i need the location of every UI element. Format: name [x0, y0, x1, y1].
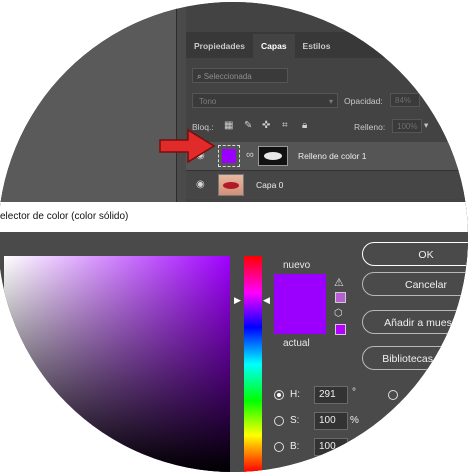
fill-label: Relleno: [354, 122, 386, 132]
document-canvas [0, 2, 177, 232]
lock-transparency-icon[interactable]: ▦ [224, 120, 233, 131]
mask-shape [264, 152, 282, 160]
slider-left-arrow-icon: ▶ [234, 295, 241, 305]
ok-button[interactable]: OK [362, 242, 468, 266]
saturation-radio[interactable] [274, 416, 284, 426]
cancel-button[interactable]: Cancelar [362, 272, 468, 296]
hue-input[interactable]: 291 [314, 386, 348, 404]
chevron-down-icon: ▾ [328, 97, 333, 106]
layer-filter-value: Seleccionada [203, 72, 252, 81]
layer-thumbnail [218, 174, 244, 196]
layer-filter-select[interactable]: ⌕ Seleccionada [192, 68, 288, 83]
brightness-label: B: [290, 441, 300, 452]
document-canvas-area [0, 2, 186, 232]
layer-mask-thumbnail[interactable] [258, 146, 288, 166]
new-color-label: nuevo [283, 260, 311, 271]
opacity-label: Opacidad: [344, 96, 383, 106]
color-picker-dialog: ▶ ◀ nuevo actual ⚠ ⬡ OK Cancelar Añadir … [0, 232, 468, 472]
hue-label: H: [290, 389, 300, 400]
layer-row-fill[interactable]: ◉ ∞ Relleno de color 1 [186, 142, 468, 170]
web-safe-swatch[interactable] [335, 324, 346, 335]
link-icon[interactable]: ∞ [246, 149, 254, 161]
crop-icon[interactable]: ⌗ [282, 120, 288, 131]
current-color-swatch[interactable] [274, 304, 326, 334]
layer-row-base[interactable]: ◉ Capa 0 [186, 170, 468, 199]
visibility-eye-icon[interactable]: ◉ [196, 179, 205, 190]
fill-color-thumbnail[interactable] [218, 145, 240, 167]
lock-icon[interactable]: 🔒︎ [302, 120, 307, 131]
new-color-swatch [274, 274, 326, 304]
percent-unit: % [350, 415, 359, 426]
tab-properties[interactable]: Propiedades [186, 34, 253, 58]
search-icon: ⌕ [197, 72, 202, 81]
opacity-field[interactable]: 84% [390, 93, 420, 107]
layer-name: Relleno de color 1 [298, 151, 367, 161]
tab-layers[interactable]: Capas [253, 34, 295, 58]
layers-panel: Propiedades Capas Estilos ⌕ Seleccionada… [186, 2, 468, 232]
add-to-swatches-button[interactable]: Añadir a mues [362, 310, 468, 334]
dialog-title: elector de color (color sólido) [0, 211, 129, 222]
extra-radio[interactable] [388, 390, 398, 400]
tab-styles[interactable]: Estilos [295, 34, 339, 58]
color-libraries-button[interactable]: Bibliotecas d [362, 346, 462, 370]
dialog-title-bar: elector de color (color sólido) [0, 202, 468, 233]
panel-tabs: Propiedades Capas Estilos [186, 32, 468, 58]
hue-slider[interactable] [244, 256, 262, 472]
fill-swatch [222, 149, 236, 163]
brightness-radio[interactable] [274, 442, 284, 452]
slider-right-arrow-icon: ◀ [263, 295, 270, 305]
chevron-down-icon[interactable]: ▾ [424, 120, 428, 131]
saturation-label: S: [290, 415, 300, 426]
saturation-input[interactable]: 100 [314, 412, 348, 430]
current-color-label: actual [283, 338, 310, 349]
circular-crop: Propiedades Capas Estilos ⌕ Seleccionada… [0, 2, 468, 472]
blend-mode-value: Tono [199, 97, 217, 106]
degree-unit: ° [352, 387, 356, 398]
red-arrow-annotation [159, 128, 216, 164]
web-safe-cube-icon[interactable]: ⬡ [334, 308, 343, 319]
saturation-brightness-field[interactable] [4, 256, 230, 472]
screenshot-stage: Propiedades Capas Estilos ⌕ Seleccionada… [0, 0, 474, 474]
brush-icon[interactable]: ✎ [244, 120, 252, 131]
lips-image [223, 182, 239, 189]
move-icon[interactable]: ✜ [262, 120, 270, 131]
fill-field[interactable]: 100% [392, 119, 422, 133]
brightness-input[interactable]: 100 [314, 438, 348, 456]
blend-mode-select[interactable]: Tono ▾ [192, 93, 338, 108]
gamut-swatch[interactable] [335, 292, 346, 303]
hue-radio[interactable] [274, 390, 284, 400]
gamut-warning-icon[interactable]: ⚠ [334, 276, 344, 289]
layer-name: Capa 0 [256, 180, 284, 190]
